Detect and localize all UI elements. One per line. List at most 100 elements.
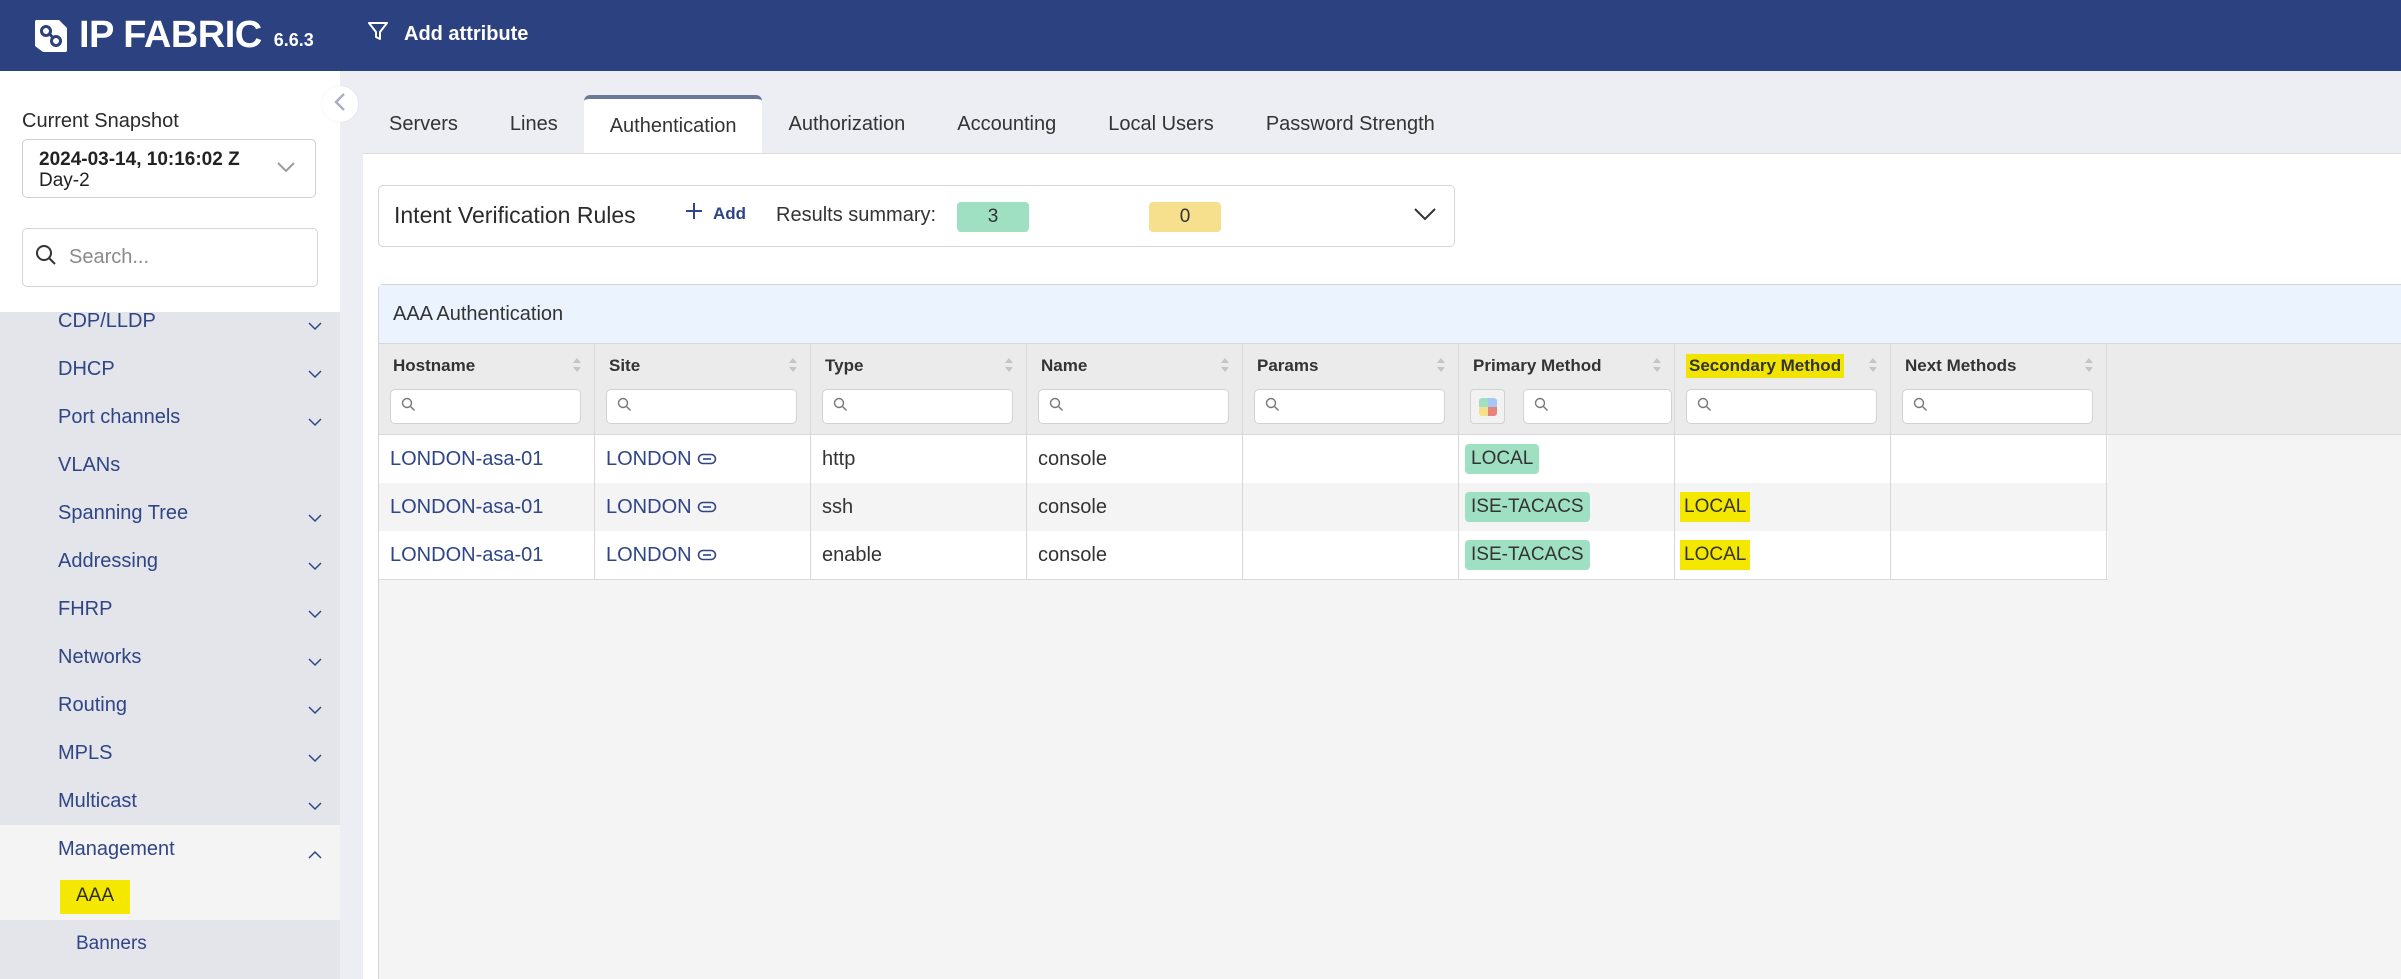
sort-icon[interactable] xyxy=(1004,357,1014,378)
sidebar-item-networks[interactable]: Networks xyxy=(0,633,340,681)
results-yellow-badge[interactable]: 0 xyxy=(1149,202,1221,232)
next-methods-filter[interactable] xyxy=(1902,389,2093,424)
sidebar-item-addressing[interactable]: Addressing xyxy=(0,537,340,585)
type-filter[interactable] xyxy=(822,389,1013,424)
sidebar-search-input[interactable] xyxy=(69,246,299,269)
sort-icon[interactable] xyxy=(1220,357,1230,378)
results-green-badge[interactable]: 3 xyxy=(957,202,1029,232)
tab-local-users[interactable]: Local Users xyxy=(1082,95,1240,153)
type-cell: ssh xyxy=(811,483,1027,531)
tab-accounting[interactable]: Accounting xyxy=(931,95,1082,153)
sidebar-item-port-channels[interactable]: Port channels xyxy=(0,393,340,441)
search-icon xyxy=(1049,397,1064,417)
primary-method-cell: ISE-TACACS xyxy=(1459,531,1675,579)
sidebar-item-label: Port channels xyxy=(58,405,181,428)
primary-method-filter-input[interactable] xyxy=(1555,397,1655,416)
next-methods-cell xyxy=(1891,531,2107,579)
column-label[interactable]: Type xyxy=(822,354,866,378)
sort-icon[interactable] xyxy=(2084,357,2094,378)
chevron-down-icon xyxy=(308,698,322,721)
sidebar-item-label: MPLS xyxy=(58,741,113,764)
hostname-filter-input[interactable] xyxy=(422,397,562,416)
sidebar-item-fhrp[interactable]: FHRP xyxy=(0,585,340,633)
sort-icon[interactable] xyxy=(1868,357,1878,378)
link-icon xyxy=(697,496,717,519)
sidebar-item-dhcp[interactable]: DHCP xyxy=(0,345,340,393)
sort-icon[interactable] xyxy=(1436,357,1446,378)
funnel-icon xyxy=(366,19,404,49)
hostname-filter[interactable] xyxy=(390,389,581,424)
table-title: AAA Authentication xyxy=(379,285,2401,344)
search-icon xyxy=(1534,397,1549,417)
primary-method-filter[interactable] xyxy=(1523,389,1672,424)
params-filter[interactable] xyxy=(1254,389,1445,424)
expand-ivr-button[interactable] xyxy=(1414,208,1436,227)
sort-icon[interactable] xyxy=(1652,357,1662,378)
snapshot-select[interactable]: 2024-03-14, 10:16:02 Z Day-2 xyxy=(22,139,316,198)
hostname-cell[interactable]: LONDON-asa-01 xyxy=(379,483,595,531)
sidebar: CDP/LLDP DHCP Port channels VLANs Spanni… xyxy=(0,71,340,979)
site-link[interactable]: LONDON xyxy=(606,448,692,471)
link-icon xyxy=(697,544,717,567)
tab-password-strength[interactable]: Password Strength xyxy=(1240,95,1461,153)
column-secondary-method: Secondary Method xyxy=(1675,344,1891,434)
site-link[interactable]: LONDON xyxy=(606,544,692,567)
tab-authentication[interactable]: Authentication xyxy=(583,95,763,153)
type-cell: http xyxy=(811,435,1027,483)
search-icon xyxy=(35,244,69,271)
tab-lines[interactable]: Lines xyxy=(484,95,584,153)
primary-method-badge: LOCAL xyxy=(1465,444,1540,474)
column-label[interactable]: Hostname xyxy=(390,354,478,378)
site-link[interactable]: LONDON xyxy=(606,496,692,519)
site-cell[interactable]: LONDON xyxy=(595,435,811,483)
column-label[interactable]: Primary Method xyxy=(1470,354,1604,378)
sidebar-item-routing[interactable]: Routing xyxy=(0,681,340,729)
snapshot-name: Day-2 xyxy=(39,170,90,191)
column-label[interactable]: Params xyxy=(1254,354,1321,378)
secondary-method-cell: LOCAL xyxy=(1675,483,1891,531)
site-filter-input[interactable] xyxy=(638,397,778,416)
add-attribute-button[interactable]: Add attribute xyxy=(366,18,528,50)
table-header: Hostname Site Type Name Params Primary M… xyxy=(379,344,2401,435)
chevron-down-icon xyxy=(277,160,295,178)
next-methods-filter-input[interactable] xyxy=(1934,397,2074,416)
secondary-method-filter[interactable] xyxy=(1686,389,1877,424)
primary-method-badge: ISE-TACACS xyxy=(1465,492,1590,522)
site-cell[interactable]: LONDON xyxy=(595,531,811,579)
sidebar-item-label: Multicast xyxy=(58,789,137,812)
secondary-method-filter-input[interactable] xyxy=(1718,397,1858,416)
sidebar-item-vlans[interactable]: VLANs xyxy=(0,441,340,489)
column-label[interactable]: Next Methods xyxy=(1902,354,2019,378)
name-filter-input[interactable] xyxy=(1070,397,1210,416)
sidebar-item-management[interactable]: Management xyxy=(0,825,340,873)
snapshot-date: 2024-03-14, 10:16:02 Z xyxy=(39,149,240,170)
hostname-cell[interactable]: LONDON-asa-01 xyxy=(379,531,595,579)
tab-authorization[interactable]: Authorization xyxy=(762,95,931,153)
column-label[interactable]: Site xyxy=(606,354,643,378)
collapse-sidebar-button[interactable] xyxy=(322,86,358,122)
logo[interactable]: IP FABRIC 6.6.3 xyxy=(35,15,314,55)
sidebar-item-label: Spanning Tree xyxy=(58,501,189,524)
sidebar-subitem-aaa[interactable]: AAA xyxy=(0,873,340,920)
params-filter-input[interactable] xyxy=(1286,397,1426,416)
hostname-cell[interactable]: LONDON-asa-01 xyxy=(379,435,595,483)
sort-icon[interactable] xyxy=(572,357,582,378)
column-site: Site xyxy=(595,344,811,434)
name-filter[interactable] xyxy=(1038,389,1229,424)
add-rule-label: Add xyxy=(713,203,747,223)
column-label[interactable]: Secondary Method xyxy=(1686,354,1845,378)
sidebar-subitem-banners[interactable]: Banners xyxy=(0,920,340,967)
sidebar-item-mpls[interactable]: MPLS xyxy=(0,729,340,777)
chevron-down-icon xyxy=(308,602,322,625)
column-label[interactable]: Name xyxy=(1038,354,1090,378)
sidebar-item-multicast[interactable]: Multicast xyxy=(0,777,340,825)
color-filter-button[interactable] xyxy=(1470,389,1505,424)
add-rule-button[interactable]: Add xyxy=(685,202,746,225)
site-cell[interactable]: LONDON xyxy=(595,483,811,531)
sort-icon[interactable] xyxy=(788,357,798,378)
tab-servers[interactable]: Servers xyxy=(363,95,484,153)
sidebar-item-spanning-tree[interactable]: Spanning Tree xyxy=(0,489,340,537)
type-filter-input[interactable] xyxy=(854,397,994,416)
site-filter[interactable] xyxy=(606,389,797,424)
sidebar-search[interactable] xyxy=(22,228,318,287)
